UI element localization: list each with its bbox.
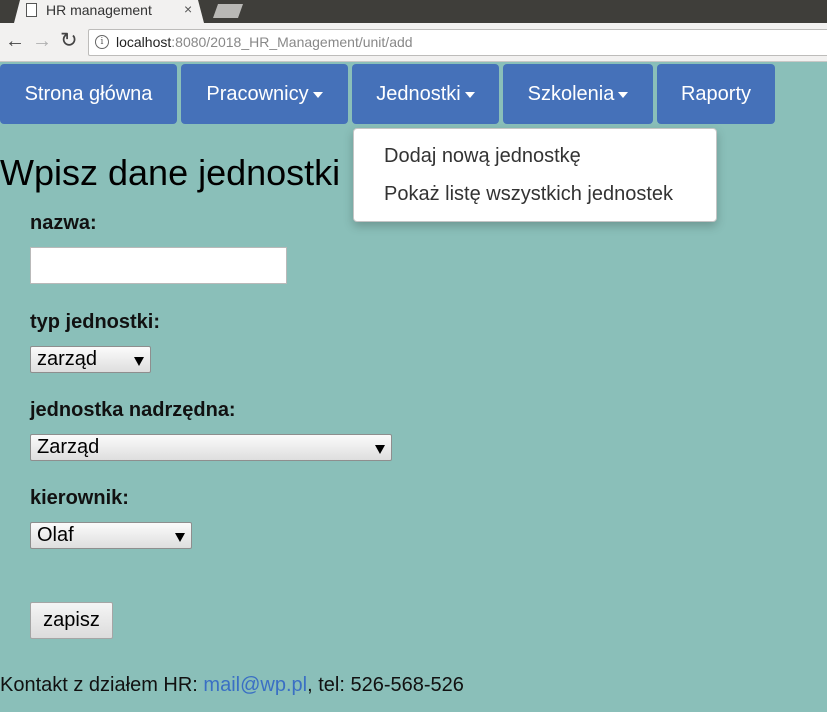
nav-units-button[interactable]: Jednostki bbox=[352, 64, 499, 124]
page-title: Wpisz dane jednostki bbox=[0, 152, 341, 193]
parent-unit-value: Zarząd bbox=[37, 436, 100, 458]
forward-arrow-icon[interactable]: → bbox=[32, 30, 52, 52]
caret-down-icon bbox=[464, 92, 475, 98]
nav-label: Jednostki bbox=[376, 82, 461, 105]
nav-trainings-button[interactable]: Szkolenia bbox=[503, 64, 653, 124]
unit-type-value: zarząd bbox=[37, 348, 98, 370]
address-bar[interactable]: i localhost:8080/2018_HR_Management/unit… bbox=[88, 29, 827, 56]
name-label: nazwa: bbox=[30, 212, 97, 234]
url-path: :8080/2018_HR_Management/unit/add bbox=[171, 34, 413, 50]
select-arrow-icon bbox=[175, 533, 185, 542]
nav-label: Szkolenia bbox=[527, 82, 615, 105]
nav-home-button[interactable]: Strona główna bbox=[0, 64, 177, 124]
tab-title[interactable]: HR management bbox=[46, 2, 152, 18]
close-icon[interactable]: × bbox=[184, 1, 192, 17]
select-arrow-icon bbox=[375, 445, 385, 454]
browser-tabstrip: HR management × bbox=[0, 0, 827, 23]
manager-label: kierownik: bbox=[30, 487, 129, 509]
units-dropdown-menu: Dodaj nową jednostkę Pokaż listę wszystk… bbox=[353, 128, 717, 222]
select-arrow-icon bbox=[134, 357, 144, 366]
back-arrow-icon[interactable]: ← bbox=[5, 30, 25, 52]
footer-phone: , tel: 526-568-526 bbox=[307, 674, 464, 696]
menu-item-add-unit[interactable]: Dodaj nową jednostkę bbox=[384, 145, 581, 168]
caret-down-icon bbox=[618, 92, 629, 98]
manager-select[interactable]: Olaf bbox=[30, 522, 192, 549]
caret-down-icon bbox=[312, 92, 323, 98]
save-button[interactable]: zapisz bbox=[30, 602, 113, 639]
nav-reports-button[interactable]: Raporty bbox=[657, 64, 775, 124]
url-host: localhost bbox=[116, 34, 172, 50]
unit-type-select[interactable]: zarząd bbox=[30, 346, 151, 373]
parent-unit-select[interactable]: Zarząd bbox=[30, 434, 392, 461]
reload-icon[interactable]: ↻ bbox=[60, 30, 78, 52]
footer-contact: Kontakt z działem HR: mail@wp.pl, tel: 5… bbox=[0, 674, 464, 697]
doc-icon bbox=[26, 3, 37, 17]
nav-employees-button[interactable]: Pracownicy bbox=[181, 64, 348, 124]
manager-value: Olaf bbox=[37, 524, 74, 546]
footer-prefix: Kontakt z działem HR: bbox=[0, 674, 204, 696]
url-text[interactable]: localhost:8080/2018_HR_Management/unit/a… bbox=[116, 34, 413, 50]
info-icon[interactable]: i bbox=[95, 35, 109, 49]
parent-unit-label: jednostka nadrzędna: bbox=[30, 399, 236, 421]
menu-item-list-units[interactable]: Pokaż listę wszystkich jednostek bbox=[384, 183, 673, 206]
nav-label: Pracownicy bbox=[206, 82, 309, 105]
nav-label: Strona główna bbox=[24, 82, 153, 105]
browser-toolbar: ← → ↻ i localhost:8080/2018_HR_Managemen… bbox=[0, 23, 827, 62]
email-link[interactable]: mail@wp.pl bbox=[203, 674, 307, 696]
new-tab-button[interactable] bbox=[213, 4, 243, 18]
unit-type-label: typ jednostki: bbox=[30, 311, 161, 333]
name-input[interactable] bbox=[30, 247, 287, 284]
nav-label: Raporty bbox=[680, 82, 752, 105]
